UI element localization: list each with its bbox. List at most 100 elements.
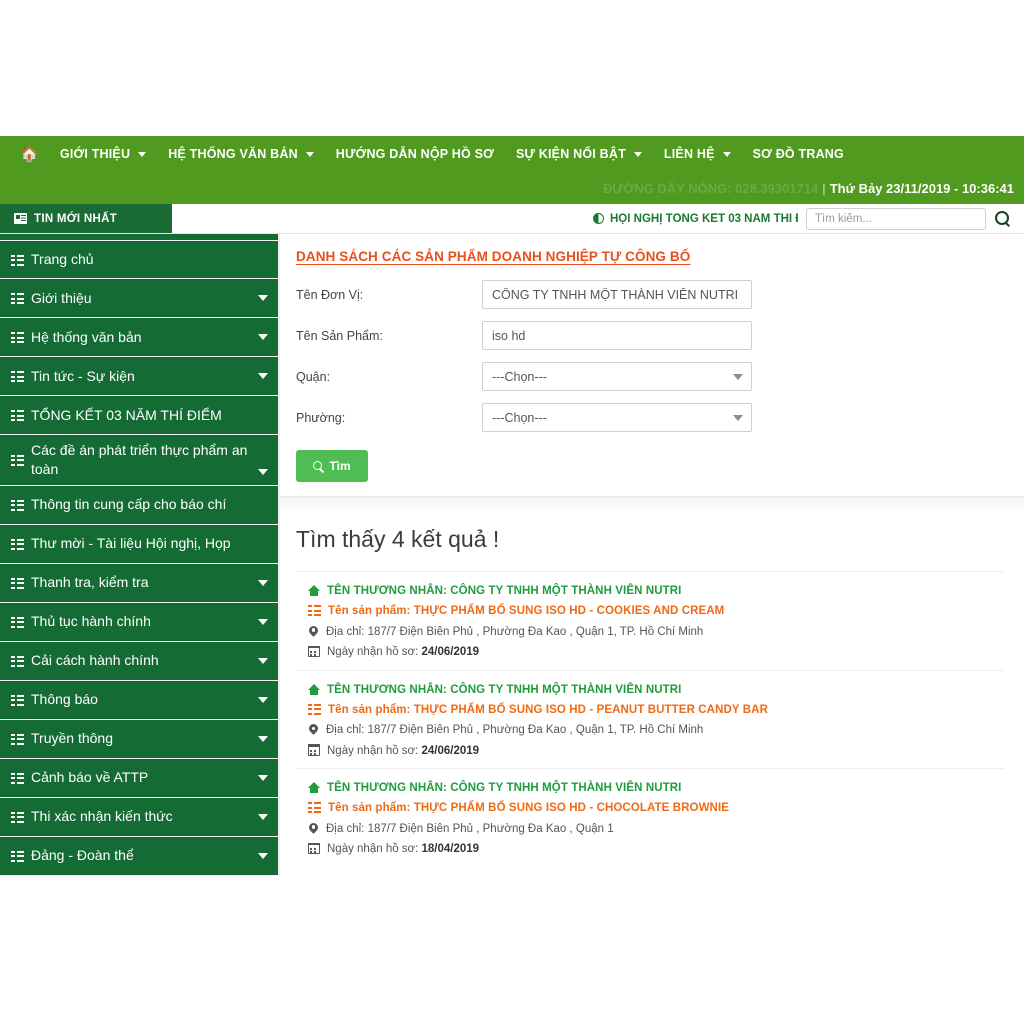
- product-name: THỰC PHẨM BỔ SUNG ISO HD - CHOCOLATE BRO…: [413, 802, 730, 815]
- results-heading: Tìm thấy 4 kết quả !: [296, 526, 1004, 572]
- hotline-separator: |: [822, 180, 826, 196]
- chevron-down-icon: [258, 813, 268, 820]
- chevron-down-icon: [258, 774, 268, 781]
- result-merchant[interactable]: TÊN THƯƠNG NHÂN: CÔNG TY TNHH MỘT THÀNH …: [327, 584, 681, 598]
- sidebar-item-thong-tin-cung-cap-cho-bao-chi[interactable]: Thông tin cung cấp cho báo chí: [0, 486, 278, 525]
- page-root: 🏠 GIỚI THIỆU HỆ THỐNG VĂN BẢN HƯỚNG DẪN …: [0, 0, 1024, 1024]
- form-row-san-pham: Tên Sản Phẩm:: [296, 321, 1004, 350]
- sidebar-item-cai-cach-hanh-chinh[interactable]: Cải cách hành chính: [0, 642, 278, 681]
- home-icon: [308, 683, 320, 695]
- date-prefix: Ngày nhận hồ sơ:: [327, 646, 419, 659]
- chevron-down-icon: [258, 579, 268, 586]
- form-row-don-vi: Tên Đơn Vị:: [296, 280, 1004, 309]
- result-merchant[interactable]: TÊN THƯƠNG NHÂN: CÔNG TY TNHH MỘT THÀNH …: [327, 781, 681, 795]
- sidebar-item-thanh-tra-kiem-tra[interactable]: Thanh tra, kiểm tra: [0, 564, 278, 603]
- sidebar-item-label: Cải cách hành chính: [31, 652, 159, 669]
- chevron-down-icon: [258, 657, 268, 664]
- nav-label: LIÊN HỆ: [663, 147, 715, 161]
- address-value: 187/7 Điện Biên Phủ , Phường Đa Kao , Qu…: [367, 822, 614, 835]
- top-blank-area: [0, 0, 1024, 136]
- merchant-name: CÔNG TY TNHH MỘT THÀNH VIÊN NUTRI: [450, 585, 682, 597]
- result-item[interactable]: TÊN THƯƠNG NHÂN: CÔNG TY TNHH MỘT THÀNH …: [296, 572, 1004, 671]
- select-wrap-phuong: [482, 403, 752, 432]
- select-phuong[interactable]: [482, 403, 752, 432]
- sidebar-item-tin-tuc-su-kien[interactable]: Tin tức - Sự kiện: [0, 357, 278, 396]
- result-item[interactable]: TÊN THƯƠNG NHÂN: CÔNG TY TNHH MỘT THÀNH …: [296, 671, 1004, 769]
- tab-tin-moi-nhat[interactable]: TIN MỚI NHẤT: [0, 204, 172, 233]
- list-icon: [11, 850, 24, 862]
- address-value: 187/7 Điện Biên Phủ , Phường Đa Kao , Qu…: [367, 724, 704, 737]
- sidebar-item-label: Các đề án phát triển thực phẩm an toàn: [31, 442, 248, 477]
- nav-label: HƯỚNG DẪN NỘP HỒ SƠ: [335, 147, 494, 161]
- sidebar-item-label: Đảng - Đoàn thể: [31, 847, 134, 864]
- sidebar-item-tong-ket-03-nam-thi-diem[interactable]: TỔNG KẾT 03 NĂM THÍ ĐIỂM: [0, 396, 278, 435]
- chevron-down-icon: [633, 151, 642, 157]
- search-submit-button[interactable]: Tìm: [296, 450, 368, 482]
- calendar-icon: [307, 842, 321, 855]
- map-pin-icon: [308, 724, 319, 736]
- product-prefix: Tên sản phẩm:: [328, 605, 411, 618]
- sidebar-item-label: Truyền thông: [31, 730, 113, 747]
- chevron-down-icon: [722, 151, 731, 157]
- sidebar-item-label: Thủ tục hành chính: [31, 613, 151, 630]
- product-prefix: Tên sản phẩm:: [328, 703, 411, 716]
- result-item[interactable]: TÊN THƯƠNG NHÂN: CÔNG TY TNHH MỘT THÀNH …: [296, 769, 1004, 867]
- current-datetime: Thứ Bảy 23/11/2019 - 10:36:41: [829, 180, 1014, 196]
- merchant-prefix: TÊN THƯƠNG NHÂN:: [327, 585, 447, 597]
- nav-label: GIỚI THIỆU: [59, 147, 131, 161]
- news-search-bar: TIN MỚI NHẤT HỘI NGHỊ TỔNG KẾT 03 NĂM TH…: [0, 204, 1024, 234]
- date-prefix: Ngày nhận hồ sơ:: [327, 744, 419, 757]
- sidebar-item-truyen-thong[interactable]: Truyền thông: [0, 720, 278, 759]
- select-quan[interactable]: [482, 362, 752, 391]
- nav-home-icon[interactable]: 🏠: [14, 136, 49, 172]
- nav-item-so-do-trang[interactable]: SƠ ĐỒ TRANG: [742, 136, 855, 172]
- sidebar-item-label: Giới thiệu: [31, 289, 92, 306]
- chevron-down-icon: [258, 852, 268, 859]
- hotline-text: ĐƯỜNG DÂY NÓNG: 028.39301714: [603, 180, 819, 196]
- result-product[interactable]: Tên sản phẩm: THỰC PHẨM BỔ SUNG ISO HD -…: [328, 703, 768, 717]
- sidebar-item-he-thong-van-ban[interactable]: Hệ thống văn bản: [0, 318, 278, 357]
- result-date-line: Ngày nhận hồ sơ: 24/06/2019: [307, 744, 1002, 758]
- news-ticker[interactable]: HỘI NGHỊ TỔNG KẾT 03 NĂM THÍ Đ: [593, 213, 798, 225]
- sidebar-item-thu-tuc-hanh-chinh[interactable]: Thủ tục hành chính: [0, 603, 278, 642]
- chevron-down-icon: [258, 696, 268, 703]
- calendar-icon: [307, 744, 321, 756]
- sidebar-item-thong-bao[interactable]: Thông báo: [0, 681, 278, 720]
- sidebar-item-thu-moi-tai-lieu-hoi-nghi-hop[interactable]: Thư mời - Tài liệu Hội nghị, Họp: [0, 525, 278, 564]
- calendar-icon: [307, 645, 321, 658]
- date-value: 24/06/2019: [421, 646, 480, 659]
- sidebar-item-trang-chu[interactable]: Trang chủ: [0, 240, 278, 279]
- result-product[interactable]: Tên sản phẩm: THỰC PHẨM BỔ SUNG ISO HD -…: [328, 801, 729, 815]
- sidebar-item-gioi-thieu[interactable]: Giới thiệu: [0, 279, 278, 318]
- input-ten-san-pham[interactable]: [482, 321, 752, 350]
- result-date: Ngày nhận hồ sơ: 18/04/2019: [327, 842, 479, 856]
- label-phuong: Phường:: [296, 410, 346, 425]
- list-icon: [308, 703, 321, 715]
- product-prefix: Tên sản phẩm:: [328, 802, 411, 815]
- list-icon: [11, 499, 24, 511]
- home-icon: [308, 585, 320, 596]
- list-icon: [11, 538, 24, 550]
- nav-item-gioi-thieu[interactable]: GIỚI THIỆU: [49, 136, 157, 172]
- sidebar-item-label: TỔNG KẾT 03 NĂM THÍ ĐIỂM: [31, 406, 222, 423]
- news-ticker-text: HỘI NGHỊ TỔNG KẾT 03 NĂM THÍ Đ: [610, 212, 798, 225]
- result-merchant-line: TÊN THƯƠNG NHÂN: CÔNG TY TNHH MỘT THÀNH …: [308, 584, 1002, 598]
- sidebar-item-cac-de-an-phat-trien-thuc-pham-an-toan[interactable]: Các đề án phát triển thực phẩm an toàn: [0, 435, 278, 486]
- list-icon: [11, 410, 24, 421]
- input-ten-don-vi[interactable]: [482, 280, 752, 309]
- search-icon[interactable]: [994, 210, 1012, 228]
- nav-item-lien-he[interactable]: LIÊN HỆ: [653, 136, 742, 172]
- result-address: Địa chỉ: 187/7 Điện Biên Phủ , Phường Đa…: [326, 625, 703, 639]
- nav-item-he-thong-van-ban[interactable]: HỆ THỐNG VĂN BẢN: [157, 136, 325, 172]
- result-address-line: Địa chỉ: 187/7 Điện Biên Phủ , Phường Đa…: [308, 625, 1002, 639]
- nav-item-huong-dan-nop-ho-so[interactable]: HƯỚNG DẪN NỘP HỒ SƠ: [325, 136, 505, 172]
- sidebar-item-canh-bao-ve-attp[interactable]: Cảnh báo về ATTP: [0, 759, 278, 798]
- main-content: DANH SÁCH CÁC SẢN PHẨM DOANH NGHIỆP TỰ C…: [280, 234, 1024, 867]
- result-merchant[interactable]: TÊN THƯƠNG NHÂN: CÔNG TY TNHH MỘT THÀNH …: [327, 683, 681, 697]
- nav-item-su-kien-noi-bat[interactable]: SỰ KIỆN NỔI BẬT: [505, 136, 653, 172]
- result-product[interactable]: Tên sản phẩm: THỰC PHẨM BỔ SUNG ISO HD -…: [328, 604, 724, 618]
- sidebar-item-dang-doan-the[interactable]: Đảng - Đoàn thể: [0, 837, 278, 876]
- page-title[interactable]: DANH SÁCH CÁC SẢN PHẨM DOANH NGHIỆP TỰ C…: [296, 249, 690, 264]
- search-input[interactable]: [806, 207, 986, 230]
- sidebar-item-thi-xac-nhan-kien-thuc[interactable]: Thi xác nhận kiến thức: [0, 798, 278, 837]
